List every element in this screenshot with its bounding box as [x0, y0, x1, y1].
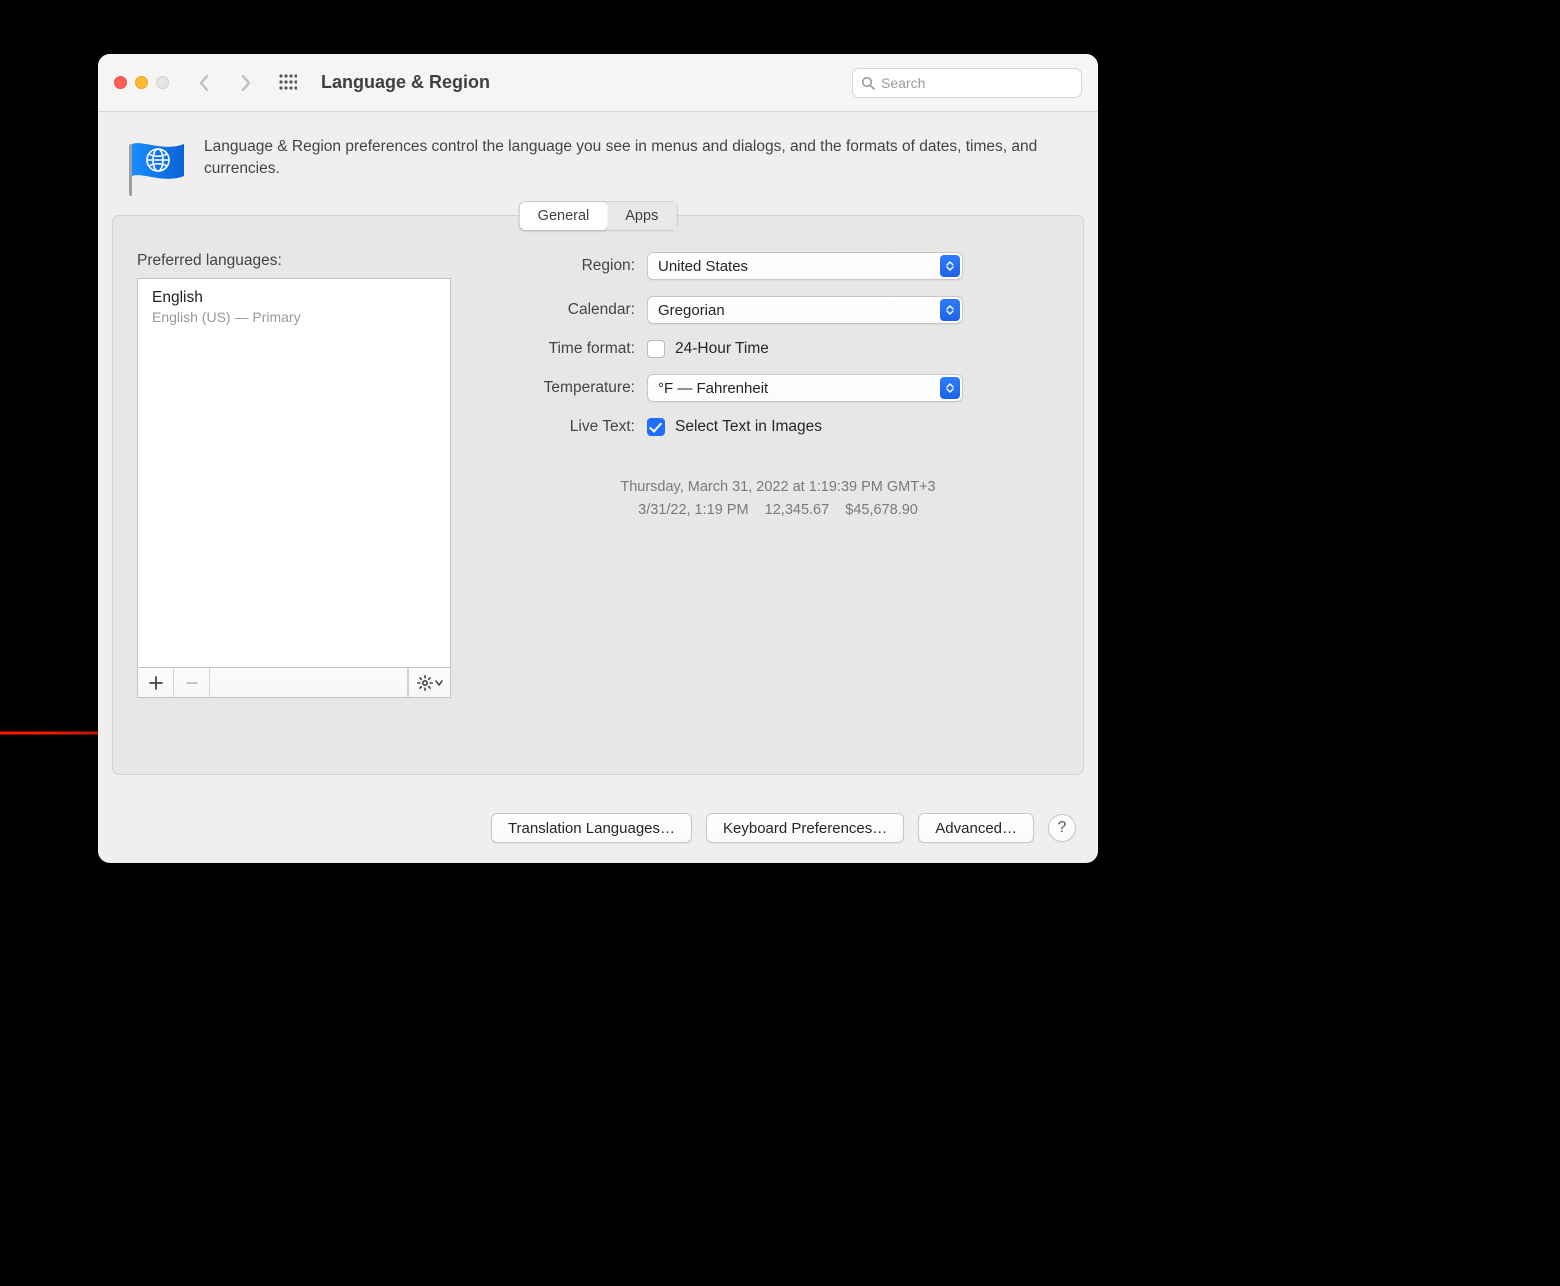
- show-all-button[interactable]: [271, 68, 305, 98]
- example-line1: Thursday, March 31, 2022 at 1:19:39 PM G…: [497, 476, 1059, 499]
- calendar-select[interactable]: Gregorian: [647, 296, 963, 324]
- plus-icon: [149, 676, 163, 690]
- 24hour-text: 24-Hour Time: [675, 340, 769, 358]
- description-text: Language & Region preferences control th…: [204, 136, 1070, 181]
- remove-language-button: [174, 668, 210, 697]
- toolbar-spacer: [210, 668, 408, 697]
- close-button[interactable]: [114, 76, 127, 89]
- back-button[interactable]: [187, 68, 221, 98]
- temperature-label: Temperature:: [497, 379, 647, 397]
- chevron-right-icon: [240, 74, 252, 92]
- help-button[interactable]: ?: [1048, 814, 1076, 842]
- region-label: Region:: [497, 257, 647, 275]
- window-controls: [114, 76, 169, 89]
- footer: Translation Languages… Keyboard Preferen…: [98, 799, 1098, 863]
- temperature-value: °F — Fahrenheit: [658, 380, 768, 397]
- chevron-left-icon: [198, 74, 210, 92]
- gear-icon: [417, 675, 433, 691]
- livetext-label: Live Text:: [497, 418, 647, 436]
- calendar-value: Gregorian: [658, 302, 725, 319]
- stepper-icon: [940, 299, 960, 321]
- stepper-icon: [940, 377, 960, 399]
- main-panel: General Apps Preferred languages: Englis…: [112, 215, 1084, 775]
- language-subtitle: English (US) — Primary: [152, 309, 436, 325]
- tab-apps[interactable]: Apps: [607, 202, 676, 230]
- preferences-window: Language & Region: [98, 54, 1098, 863]
- keyboard-preferences-button[interactable]: Keyboard Preferences…: [706, 813, 904, 843]
- calendar-label: Calendar:: [497, 301, 647, 319]
- add-language-button[interactable]: [138, 668, 174, 697]
- preferred-languages-heading: Preferred languages:: [137, 252, 451, 270]
- titlebar: Language & Region: [98, 54, 1098, 112]
- translation-languages-button[interactable]: Translation Languages…: [491, 813, 692, 843]
- time-format-label: Time format:: [497, 340, 647, 358]
- list-item[interactable]: English English (US) — Primary: [138, 279, 450, 333]
- language-name: English: [152, 289, 436, 307]
- example-line2: 3/31/22, 1:19 PM 12,345.67 $45,678.90: [497, 499, 1059, 522]
- 24hour-checkbox[interactable]: [647, 340, 665, 358]
- window-title: Language & Region: [321, 72, 490, 93]
- pane-icon: [120, 138, 184, 203]
- search-field[interactable]: [852, 68, 1082, 98]
- grid-icon: [279, 74, 297, 92]
- minus-icon: [185, 676, 199, 690]
- header-description: Language & Region preferences control th…: [98, 112, 1098, 215]
- settings-form: Region: United States Calendar: Gregoria…: [497, 252, 1059, 698]
- language-actions-button[interactable]: [408, 668, 450, 697]
- temperature-select[interactable]: °F — Fahrenheit: [647, 374, 963, 402]
- languages-toolbar: [137, 668, 451, 698]
- region-value: United States: [658, 258, 748, 275]
- livetext-checkbox[interactable]: [647, 418, 665, 436]
- minimize-button[interactable]: [135, 76, 148, 89]
- languages-list[interactable]: English English (US) — Primary: [137, 278, 451, 668]
- advanced-button[interactable]: Advanced…: [918, 813, 1034, 843]
- tab-general[interactable]: General: [520, 202, 608, 230]
- tabs: General Apps: [519, 201, 678, 231]
- zoom-button: [156, 76, 169, 89]
- livetext-text: Select Text in Images: [675, 418, 822, 436]
- search-icon: [861, 76, 875, 90]
- search-input[interactable]: [881, 75, 1073, 91]
- stepper-icon: [940, 255, 960, 277]
- forward-button[interactable]: [229, 68, 263, 98]
- region-select[interactable]: United States: [647, 252, 963, 280]
- preferred-languages-section: Preferred languages: English English (US…: [137, 252, 451, 698]
- format-example: Thursday, March 31, 2022 at 1:19:39 PM G…: [497, 476, 1059, 522]
- chevron-down-icon: [435, 679, 443, 687]
